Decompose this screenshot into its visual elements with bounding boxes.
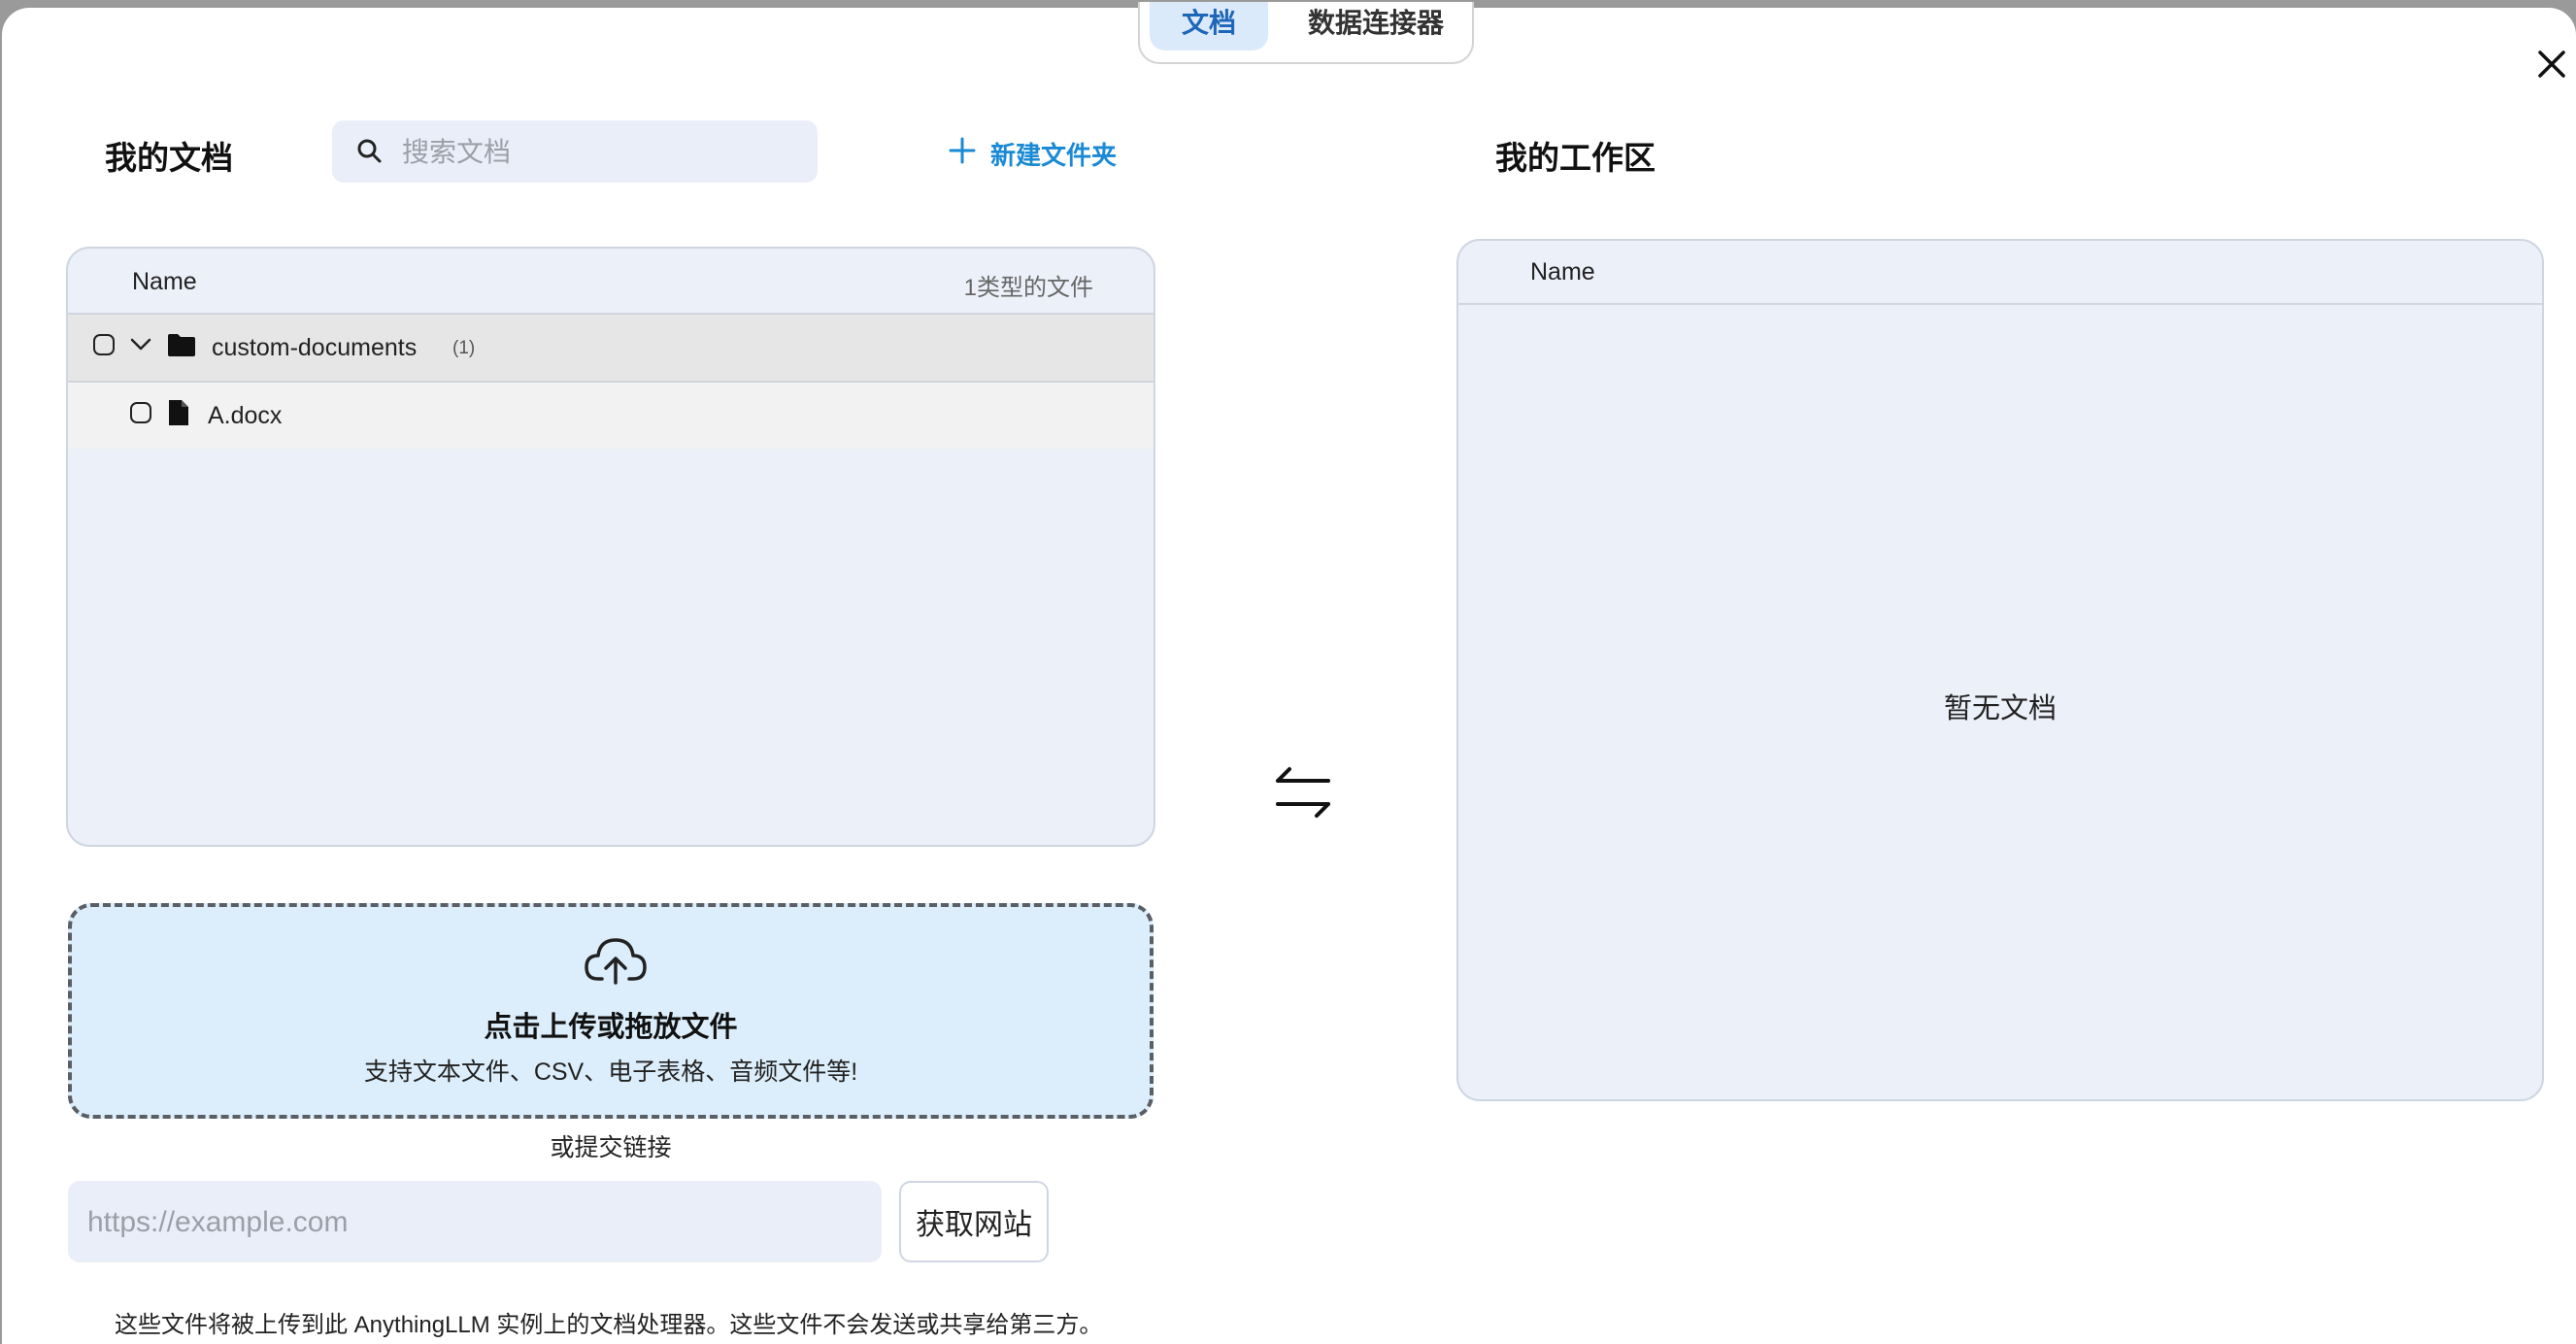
new-folder-label: 新建文件夹 (990, 140, 1118, 170)
folder-name: custom-documents (212, 334, 418, 361)
upload-title: 点击上传或拖放文件 (484, 1012, 738, 1043)
folder-item-count: (1) (452, 338, 476, 358)
folder-icon (167, 332, 196, 364)
search-box[interactable] (332, 120, 818, 185)
workspace-name-column-header: Name (1530, 258, 1595, 286)
name-column-header: Name (132, 268, 197, 295)
document-manager-modal: 文档 数据连接器 我的文档 新建文件夹 Name 1类型的文件 (2, 2, 2576, 1344)
plus-icon (948, 136, 977, 172)
my-documents-title: 我的文档 (105, 140, 233, 176)
my-workspace-title: 我的工作区 (1495, 140, 1656, 176)
close-icon[interactable] (2532, 45, 2571, 84)
or-submit-link-label: 或提交链接 (550, 1134, 672, 1161)
folder-row[interactable]: custom-documents (1) (68, 315, 1154, 383)
search-input[interactable] (400, 120, 802, 185)
new-folder-button[interactable]: 新建文件夹 (948, 134, 1117, 173)
privacy-note: 这些文件将被上传到此 AnythingLLM 实例上的文档处理器。这些文件不会发… (115, 1312, 1103, 1338)
file-checkbox[interactable] (130, 402, 151, 423)
url-input[interactable] (85, 1181, 866, 1264)
tab-bar: 文档 数据连接器 (1138, 2, 1474, 64)
file-type-count: 1类型的文件 (963, 275, 1093, 301)
empty-state-text: 暂无文档 (1943, 693, 2057, 724)
file-icon (167, 398, 190, 434)
my-documents-panel: Name 1类型的文件 custom-documents (1) A.docx (66, 247, 1155, 847)
cloud-upload-icon (585, 936, 647, 991)
swap-arrows-icon[interactable] (1272, 761, 1334, 828)
upload-subtitle: 支持文本文件、CSV、电子表格、音频文件等! (363, 1058, 858, 1086)
workspace-panel: Name 暂无文档 (1456, 239, 2544, 1101)
tab-data-connectors[interactable]: 数据连接器 (1286, 2, 1466, 50)
folder-checkbox[interactable] (93, 334, 115, 355)
fetch-website-button[interactable]: 获取网站 (899, 1181, 1049, 1262)
upload-dropzone[interactable]: 点击上传或拖放文件 支持文本文件、CSV、电子表格、音频文件等! (68, 903, 1154, 1119)
tab-documents[interactable]: 文档 (1150, 2, 1268, 50)
file-name: A.docx (208, 402, 283, 429)
chevron-down-icon[interactable] (128, 332, 153, 364)
url-input-box[interactable] (68, 1181, 882, 1264)
workspace-table-header: Name (1458, 241, 2542, 305)
file-row[interactable]: A.docx (68, 383, 1154, 449)
search-icon (355, 137, 385, 171)
documents-table-header: Name 1类型的文件 (68, 249, 1154, 315)
